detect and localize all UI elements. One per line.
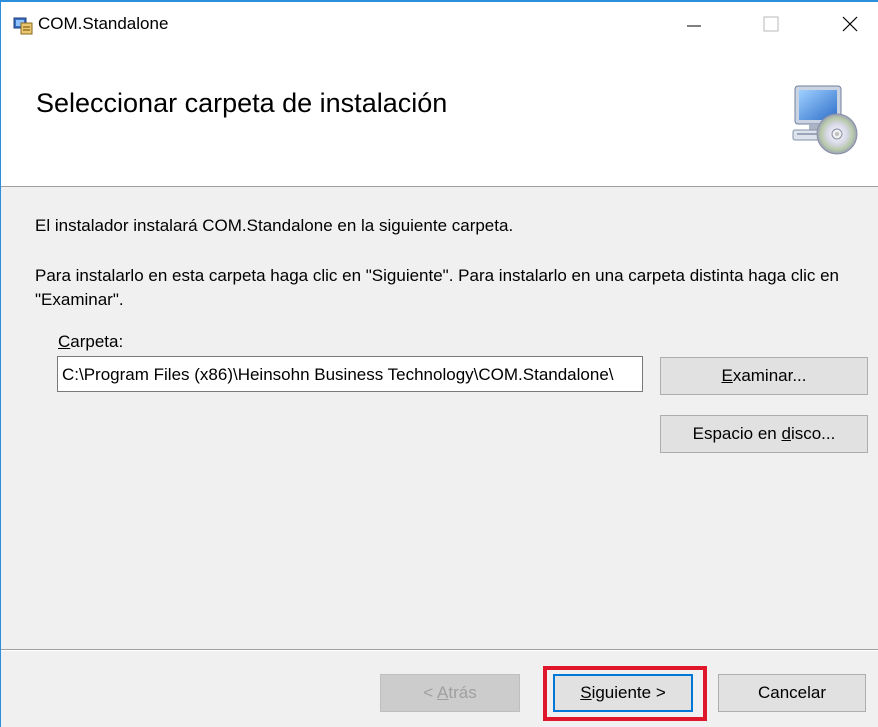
maximize-icon[interactable] bbox=[741, 6, 801, 42]
next-button-highlight bbox=[543, 666, 707, 721]
installer-window: COM.Standalone Seleccionar carpeta de in… bbox=[0, 0, 878, 727]
title-bar[interactable]: COM.Standalone bbox=[1, 2, 878, 44]
close-icon[interactable] bbox=[819, 6, 878, 42]
cancel-button[interactable]: Cancelar bbox=[718, 674, 866, 712]
folder-path-input[interactable]: C:\Program Files (x86)\Heinsohn Business… bbox=[57, 356, 643, 392]
install-description: El instalador instalará COM.Standalone e… bbox=[35, 216, 514, 235]
installer-app-icon bbox=[13, 17, 33, 35]
page-title: Seleccionar carpeta de instalación bbox=[36, 88, 448, 118]
window-title: COM.Standalone bbox=[38, 14, 169, 33]
minimize-icon[interactable] bbox=[663, 6, 723, 42]
computer-cd-icon bbox=[792, 85, 858, 155]
browse-button[interactable]: Examinar... bbox=[660, 357, 868, 395]
folder-label: Carpeta: bbox=[58, 332, 124, 351]
disk-space-button[interactable]: Espacio en disco... bbox=[660, 415, 868, 453]
header-banner: Seleccionar carpeta de instalación bbox=[1, 44, 878, 187]
install-instructions: Para instalarlo en esta carpeta haga cli… bbox=[35, 266, 840, 309]
footer-divider-highlight bbox=[1, 650, 878, 651]
back-button[interactable]: < Atrás bbox=[380, 674, 520, 712]
